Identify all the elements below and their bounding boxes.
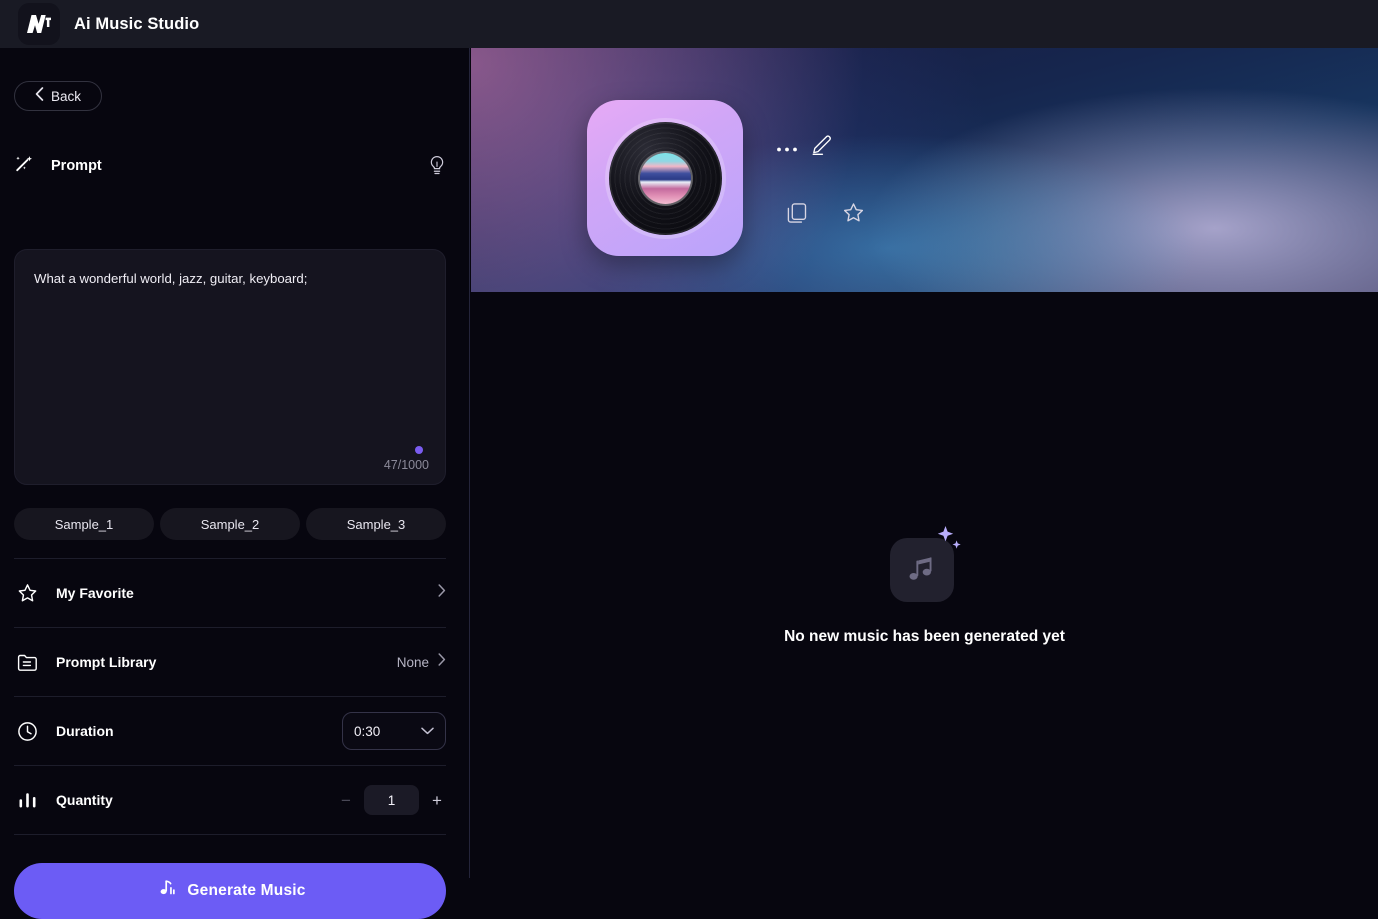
row-prompt-library[interactable]: Prompt Library None [14,627,446,696]
generate-music-label: Generate Music [187,882,306,899]
prompt-title: Prompt [51,158,102,174]
magic-wand-icon [14,154,33,178]
row-value: None [396,654,429,670]
preview-banner [471,48,1378,292]
duration-select[interactable]: 0:30 [342,712,446,750]
chevron-right-icon [438,653,446,671]
quantity-decrement-button[interactable]: − [337,790,355,810]
empty-state: No new music has been generated yet [471,292,1378,878]
top-bar: Ai Music Studio [0,0,1378,48]
sparkle-icon [934,524,968,563]
sample-chip-3[interactable]: Sample_3 [306,508,446,540]
album-artwork[interactable] [587,100,743,256]
music-note-sparkle-icon [882,524,968,602]
prompt-textarea[interactable]: What a wonderful world, jazz, guitar, ke… [14,249,446,485]
chevron-right-icon [438,584,446,602]
back-label: Back [50,88,81,104]
vinyl-label-art [639,152,691,204]
empty-state-message: No new music has been generated yet [784,628,1065,645]
sample-chip-1[interactable]: Sample_1 [14,508,154,540]
more-options-icon[interactable] [774,138,800,160]
row-label: Quantity [56,792,113,808]
character-counter: 47/1000 [383,458,429,472]
quantity-stepper: − 1 + [337,785,446,815]
favorite-star-icon[interactable] [840,200,866,226]
lightbulb-icon[interactable] [428,155,446,181]
duplicate-icon[interactable] [784,200,810,226]
quantity-value[interactable]: 1 [364,785,419,815]
prompt-text-value: What a wonderful world, jazz, guitar, ke… [34,271,308,286]
sample-chips: Sample_1 Sample_2 Sample_3 [14,508,446,540]
row-quantity: Quantity − 1 + [14,765,446,834]
back-button[interactable]: Back [14,81,102,111]
sample-chip-2[interactable]: Sample_2 [160,508,300,540]
row-label: My Favorite [56,585,134,601]
bar-chart-icon [14,791,40,810]
clock-icon [14,721,40,742]
chevron-left-icon [35,86,44,106]
chevron-down-icon [421,722,434,740]
left-sidebar: Back Prompt What a wonderful world, jazz… [0,48,470,919]
edit-icon[interactable] [808,132,834,158]
quantity-increment-button[interactable]: + [428,790,446,810]
generate-music-button[interactable]: Generate Music [14,863,446,919]
page-title: Ai Music Studio [74,14,200,33]
divider [14,834,446,835]
row-label: Prompt Library [56,654,157,670]
prompt-status-dot [415,446,423,454]
row-my-favorite[interactable]: My Favorite [14,558,446,627]
preview-panel: No new music has been generated yet [471,48,1378,878]
vinyl-record [608,121,722,235]
row-duration: Duration 0:30 [14,696,446,765]
star-icon [14,583,40,604]
duration-value: 0:30 [354,723,381,739]
prompt-section-header: Prompt [14,152,446,180]
row-label: Duration [56,723,114,739]
music-note-icon [154,879,176,904]
m-logo-icon[interactable] [18,3,60,45]
folder-list-icon [14,653,40,672]
